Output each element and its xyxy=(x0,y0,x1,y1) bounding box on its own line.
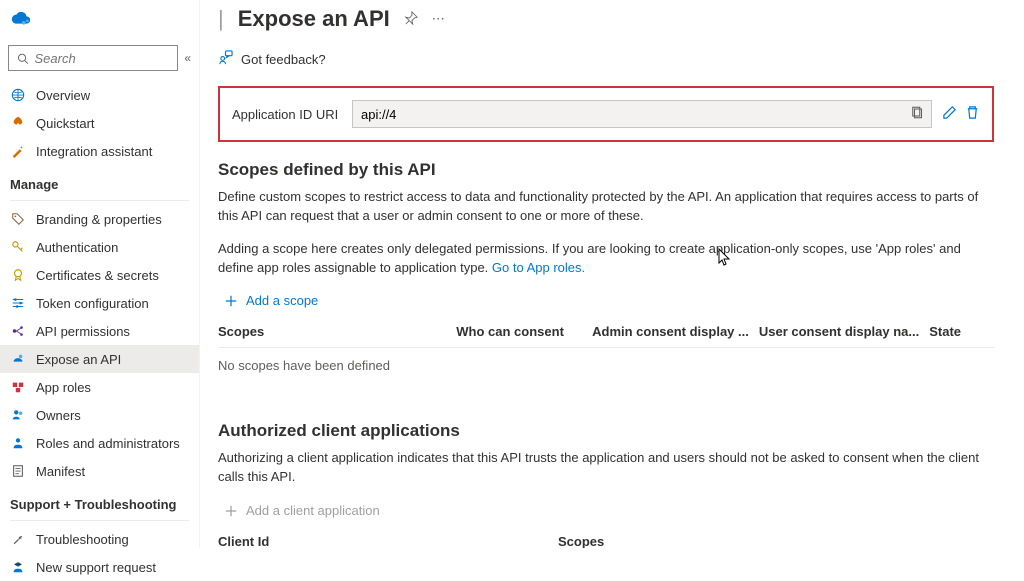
sidebar-item-label: Integration assistant xyxy=(36,144,152,159)
sidebar-item-branding[interactable]: Branding & properties xyxy=(0,205,199,233)
sidebar-item-app-roles[interactable]: App roles xyxy=(0,373,199,401)
search-icon xyxy=(17,52,29,65)
sidebar: « Overview Quickstart Integration assist… xyxy=(0,0,200,548)
sidebar-item-quickstart[interactable]: Quickstart xyxy=(0,109,199,137)
cert-icon xyxy=(10,267,26,283)
sidebar-item-owners[interactable]: Owners xyxy=(0,401,199,429)
scopes-heading: Scopes defined by this API xyxy=(218,160,994,180)
sidebar-item-troubleshooting[interactable]: Troubleshooting xyxy=(0,525,199,553)
clients-table: Client Id Scopes No client applications … xyxy=(218,526,994,548)
sidebar-item-label: Manifest xyxy=(36,464,85,479)
pin-icon[interactable] xyxy=(404,11,418,28)
sidebar-item-label: App roles xyxy=(36,380,91,395)
sidebar-item-authentication[interactable]: Authentication xyxy=(0,233,199,261)
add-scope-button[interactable]: Add a scope xyxy=(224,293,994,308)
table-row-empty: No scopes have been defined xyxy=(218,348,994,384)
sidebar-item-label: Overview xyxy=(36,88,90,103)
sidebar-item-label: Authentication xyxy=(36,240,118,255)
scopes-desc-2-text: Adding a scope here creates only delegat… xyxy=(218,241,961,275)
sidebar-item-label: Owners xyxy=(36,408,81,423)
sidebar-item-label: Certificates & secrets xyxy=(36,268,159,283)
add-client-application-button[interactable]: Add a client application xyxy=(224,503,994,518)
copy-icon[interactable] xyxy=(911,106,925,123)
sidebar-item-label: API permissions xyxy=(36,324,130,339)
logo-row xyxy=(0,10,199,45)
clients-description: Authorizing a client application indicat… xyxy=(218,449,994,487)
more-icon[interactable]: ⋯ xyxy=(432,11,445,27)
search-input[interactable] xyxy=(35,51,170,66)
roles-icon xyxy=(10,379,26,395)
sidebar-item-new-support-request[interactable]: New support request xyxy=(0,553,199,581)
sidebar-item-roles-admins[interactable]: Roles and administrators xyxy=(0,429,199,457)
api-icon xyxy=(10,323,26,339)
delete-icon[interactable] xyxy=(965,105,980,123)
title-separator: | xyxy=(218,6,224,32)
globe-icon xyxy=(10,87,26,103)
sidebar-item-label: Roles and administrators xyxy=(36,436,180,451)
clients-heading: Authorized client applications xyxy=(218,421,994,441)
scopes-description-2: Adding a scope here creates only delegat… xyxy=(218,240,994,278)
divider xyxy=(10,520,189,521)
sidebar-item-label: New support request xyxy=(36,560,156,575)
scopes-empty-text: No scopes have been defined xyxy=(218,348,994,384)
manifest-icon xyxy=(10,463,26,479)
azure-logo xyxy=(10,12,32,28)
add-scope-label: Add a scope xyxy=(246,293,318,308)
main-content: | Expose an API ⋯ Got feedback? Applicat… xyxy=(200,0,1024,548)
go-to-app-roles-link[interactable]: Go to App roles. xyxy=(492,260,585,275)
sidebar-item-label: Quickstart xyxy=(36,116,95,131)
application-id-uri-label: Application ID URI xyxy=(232,107,342,122)
plus-icon xyxy=(224,504,238,518)
sliders-icon xyxy=(10,295,26,311)
col-user-consent-display[interactable]: User consent display na... xyxy=(759,316,929,348)
col-client-scopes[interactable]: Scopes xyxy=(558,526,994,548)
sidebar-section-support: Support + Troubleshooting xyxy=(0,485,199,516)
sidebar-item-token-config[interactable]: Token configuration xyxy=(0,289,199,317)
support-icon xyxy=(10,559,26,575)
sidebar-item-label: Expose an API xyxy=(36,352,121,367)
col-client-id[interactable]: Client Id xyxy=(218,526,558,548)
scopes-table: Scopes Who can consent Admin consent dis… xyxy=(218,316,994,383)
sidebar-item-integration-assistant[interactable]: Integration assistant xyxy=(0,137,199,165)
col-state[interactable]: State xyxy=(929,316,994,348)
application-id-uri-input[interactable] xyxy=(361,107,923,122)
col-who-can-consent[interactable]: Who can consent xyxy=(456,316,592,348)
sidebar-item-label: Troubleshooting xyxy=(36,532,129,547)
sidebar-item-label: Branding & properties xyxy=(36,212,162,227)
divider xyxy=(10,200,189,201)
sidebar-item-manifest[interactable]: Manifest xyxy=(0,457,199,485)
sidebar-item-expose-api[interactable]: Expose an API xyxy=(0,345,199,373)
edit-icon[interactable] xyxy=(942,105,957,123)
scopes-description-1: Define custom scopes to restrict access … xyxy=(218,188,994,226)
col-scopes[interactable]: Scopes xyxy=(218,316,456,348)
owners-icon xyxy=(10,407,26,423)
admin-icon xyxy=(10,435,26,451)
plus-icon xyxy=(224,294,238,308)
search-input-wrap[interactable] xyxy=(8,45,178,71)
title-row: | Expose an API ⋯ xyxy=(218,0,994,50)
sidebar-section-manage: Manage xyxy=(0,165,199,196)
key-icon xyxy=(10,239,26,255)
expose-icon xyxy=(10,351,26,367)
sidebar-item-overview[interactable]: Overview xyxy=(0,81,199,109)
application-id-uri-field[interactable] xyxy=(352,100,932,128)
page-title: Expose an API xyxy=(238,6,390,32)
sidebar-item-certificates[interactable]: Certificates & secrets xyxy=(0,261,199,289)
wrench-icon xyxy=(10,531,26,547)
application-id-uri-region: Application ID URI xyxy=(218,86,994,142)
tag-icon xyxy=(10,211,26,227)
person-feedback-icon xyxy=(218,50,233,68)
feedback-link[interactable]: Got feedback? xyxy=(218,50,994,86)
sidebar-item-label: Token configuration xyxy=(36,296,149,311)
col-admin-consent-display[interactable]: Admin consent display ... xyxy=(592,316,759,348)
wand-icon xyxy=(10,143,26,159)
feedback-text: Got feedback? xyxy=(241,52,326,67)
sidebar-item-api-permissions[interactable]: API permissions xyxy=(0,317,199,345)
add-client-label: Add a client application xyxy=(246,503,380,518)
collapse-sidebar-button[interactable]: « xyxy=(184,51,191,65)
rocket-icon xyxy=(10,115,26,131)
